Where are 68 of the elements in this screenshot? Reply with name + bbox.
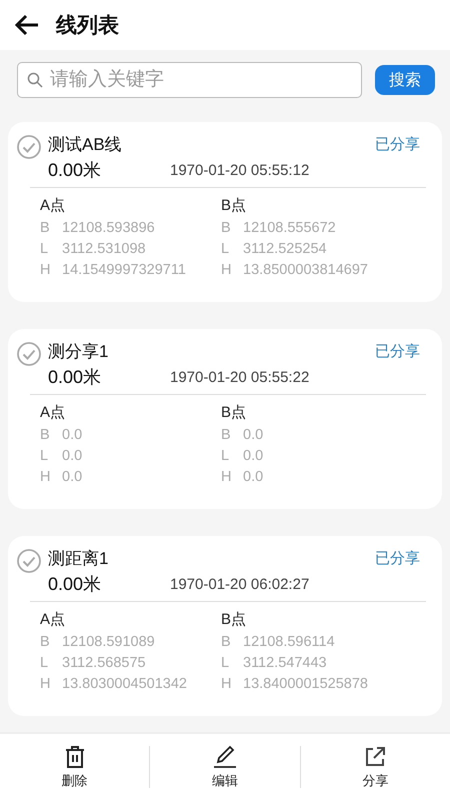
coordinate-value: 3112.531098 bbox=[62, 241, 146, 259]
axis-label: H bbox=[40, 676, 52, 694]
coordinate-value: 3112.547443 bbox=[243, 655, 327, 673]
axis-label: B bbox=[40, 220, 51, 238]
coordinate-value: 0.0 bbox=[62, 448, 82, 466]
axis-label: H bbox=[40, 469, 52, 487]
line-name: 测分享1 bbox=[48, 340, 108, 362]
point-label: A点 bbox=[40, 403, 66, 423]
share-status: 已分享 bbox=[375, 342, 420, 360]
axis-label: L bbox=[221, 241, 230, 259]
coordinate-value: 12108.555672 bbox=[243, 220, 336, 238]
coordinate-value: 0.0 bbox=[243, 469, 264, 487]
timestamp: 1970-01-20 06:02:27 bbox=[170, 576, 310, 592]
axis-label: B bbox=[221, 634, 232, 652]
coordinate-value: 0.0 bbox=[243, 448, 264, 466]
toolbar-button[interactable]: 编辑 bbox=[150, 744, 300, 790]
axis-label: B bbox=[221, 427, 232, 445]
coordinate-value: 13.8030004501342 bbox=[62, 676, 187, 694]
axis-label: H bbox=[40, 262, 52, 280]
check-circle-icon[interactable] bbox=[16, 134, 42, 160]
share-icon bbox=[363, 744, 388, 768]
share-status: 已分享 bbox=[375, 134, 420, 154]
coordinate-value: 12108.591089 bbox=[62, 634, 155, 652]
trash-icon bbox=[64, 744, 86, 768]
line-name: 测距离1 bbox=[48, 548, 108, 570]
search-field[interactable]: 请输入关键字 bbox=[17, 62, 362, 98]
toolbar-button[interactable]: 删除 bbox=[0, 744, 150, 790]
axis-label: L bbox=[40, 241, 50, 259]
line-name: 测试AB线 bbox=[48, 134, 122, 156]
axis-label: L bbox=[221, 655, 230, 673]
point-label: A点 bbox=[40, 610, 66, 630]
share-status: 已分享 bbox=[375, 548, 420, 568]
timestamp: 1970-01-20 05:55:22 bbox=[170, 368, 310, 386]
axis-label: L bbox=[40, 655, 50, 673]
axis-label: H bbox=[221, 262, 232, 280]
check-circle-icon[interactable] bbox=[16, 548, 42, 574]
search-icon bbox=[27, 72, 43, 88]
coordinate-value: 14.1549997329711 bbox=[62, 262, 186, 280]
page-title: 线列表 bbox=[56, 13, 119, 39]
coordinate-value: 12108.593896 bbox=[62, 220, 155, 238]
search-button[interactable]: 搜索 bbox=[375, 65, 435, 95]
coordinate-value: 0.0 bbox=[62, 427, 82, 445]
coordinate-value: 0.0 bbox=[243, 427, 264, 445]
axis-label: B bbox=[40, 634, 51, 652]
line-length: 0.00米 bbox=[48, 573, 102, 596]
axis-label: B bbox=[40, 427, 51, 445]
point-label: A点 bbox=[40, 196, 66, 216]
point-label: B点 bbox=[221, 403, 248, 423]
coordinate-value: 13.8500003814697 bbox=[243, 262, 368, 280]
check-circle-icon[interactable] bbox=[16, 341, 42, 367]
coordinate-value: 13.8400001525878 bbox=[243, 676, 368, 694]
axis-label: L bbox=[40, 448, 50, 466]
point-label: B点 bbox=[221, 610, 248, 630]
coordinate-value: 3112.525254 bbox=[243, 241, 327, 259]
toolbar-button[interactable]: 分享 bbox=[300, 744, 450, 790]
point-label: B点 bbox=[221, 196, 248, 216]
pencil-icon bbox=[212, 744, 238, 768]
timestamp: 1970-01-20 05:55:12 bbox=[170, 162, 310, 178]
coordinate-value: 3112.568575 bbox=[62, 655, 146, 673]
coordinate-value: 12108.596114 bbox=[243, 634, 335, 652]
axis-label: H bbox=[221, 469, 232, 487]
coordinate-value: 0.0 bbox=[62, 469, 82, 487]
back-arrow-icon bbox=[14, 14, 40, 36]
axis-label: B bbox=[221, 220, 232, 238]
line-length: 0.00米 bbox=[48, 366, 102, 389]
axis-label: L bbox=[221, 448, 230, 466]
axis-label: H bbox=[221, 676, 232, 694]
line-length: 0.00米 bbox=[48, 159, 102, 182]
